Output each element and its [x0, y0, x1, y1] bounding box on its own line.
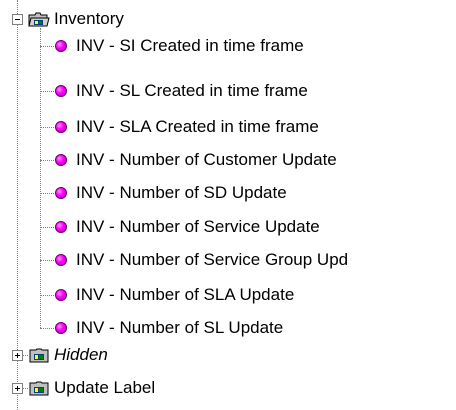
tree-node-report[interactable]: INV - Number of Customer Update	[74, 150, 339, 170]
magenta-bullet-icon	[55, 85, 67, 97]
tree-connector	[40, 193, 54, 194]
magenta-bullet-icon	[55, 187, 67, 199]
tree-connector	[40, 46, 54, 47]
tree-node-report[interactable]: INV - SL Created in time frame	[74, 81, 310, 101]
magenta-bullet-icon	[55, 154, 67, 166]
magenta-bullet-icon	[55, 322, 67, 334]
collapse-toggle-inventory[interactable]	[12, 14, 23, 25]
folder-icon	[29, 348, 49, 363]
tree-node-update-label[interactable]: Update Label	[52, 378, 157, 398]
tree-node-report[interactable]: INV - Number of Service Update	[74, 217, 322, 237]
tree-connector	[23, 388, 28, 389]
tree-node-report[interactable]: INV - Number of SLA Update	[74, 285, 296, 305]
tree-connector	[40, 127, 54, 128]
expand-toggle-update-label[interactable]	[12, 383, 23, 394]
tree-node-report[interactable]: INV - Number of SL Update	[74, 318, 285, 338]
magenta-bullet-icon	[55, 254, 67, 266]
minus-icon	[15, 19, 20, 20]
tree-node-report[interactable]: INV - Number of SD Update	[74, 183, 289, 203]
expand-toggle-hidden[interactable]	[12, 350, 23, 361]
tree-connector	[40, 328, 54, 329]
tree-connector	[23, 355, 28, 356]
tree-node-inventory[interactable]: Inventory	[52, 9, 126, 29]
tree-node-hidden[interactable]: Hidden	[52, 345, 110, 365]
folder-open-icon	[28, 12, 50, 27]
magenta-bullet-icon	[55, 289, 67, 301]
tree-node-report[interactable]: INV - SLA Created in time frame	[74, 117, 321, 137]
tree-connector	[40, 160, 54, 161]
tree-connector	[40, 260, 54, 261]
tree-connector	[40, 28, 41, 328]
tree-connector	[40, 91, 54, 92]
tree-connector	[40, 295, 54, 296]
tree-node-report[interactable]: INV - Number of Service Group Upd	[74, 250, 350, 270]
tree-view: Inventory INV - SI Created in time frame…	[0, 0, 456, 410]
tree-connector	[40, 227, 54, 228]
magenta-bullet-icon	[55, 40, 67, 52]
folder-icon	[29, 381, 49, 396]
magenta-bullet-icon	[55, 221, 67, 233]
magenta-bullet-icon	[55, 121, 67, 133]
tree-node-report[interactable]: INV - SI Created in time frame	[74, 36, 306, 56]
tree-connector	[17, 0, 18, 14]
